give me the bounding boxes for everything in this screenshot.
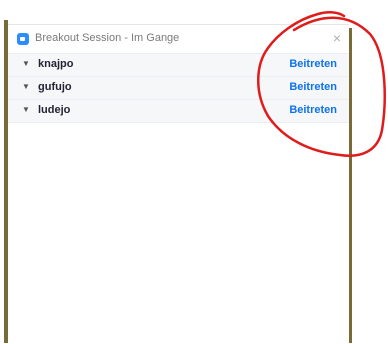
room-name: ludejo: [38, 104, 71, 116]
room-row-gufujo[interactable]: ▼ gufujo Beitreten: [8, 77, 349, 100]
join-button[interactable]: Beitreten: [289, 58, 337, 70]
close-button[interactable]: ×: [330, 30, 344, 46]
window-title: Breakout Session - Im Gange: [35, 32, 180, 44]
breakout-session-window: Breakout Session - Im Gange × ▼ knajpo B…: [8, 24, 349, 344]
zoom-app-icon: [17, 33, 29, 45]
room-row-knajpo[interactable]: ▼ knajpo Beitreten: [8, 53, 349, 77]
join-button[interactable]: Beitreten: [289, 81, 337, 93]
caret-down-icon[interactable]: ▼: [22, 59, 30, 68]
room-name: knajpo: [38, 58, 74, 70]
room-list: ▼ knajpo Beitreten ▼ gufujo Beitreten ▼ …: [8, 53, 349, 123]
join-button[interactable]: Beitreten: [289, 104, 337, 116]
room-row-ludejo[interactable]: ▼ ludejo Beitreten: [8, 100, 349, 123]
room-name: gufujo: [38, 81, 72, 93]
caret-down-icon[interactable]: ▼: [22, 105, 30, 114]
desktop-frame-right: [349, 28, 352, 343]
title-bar: Breakout Session - Im Gange ×: [8, 25, 349, 53]
caret-down-icon[interactable]: ▼: [22, 82, 30, 91]
